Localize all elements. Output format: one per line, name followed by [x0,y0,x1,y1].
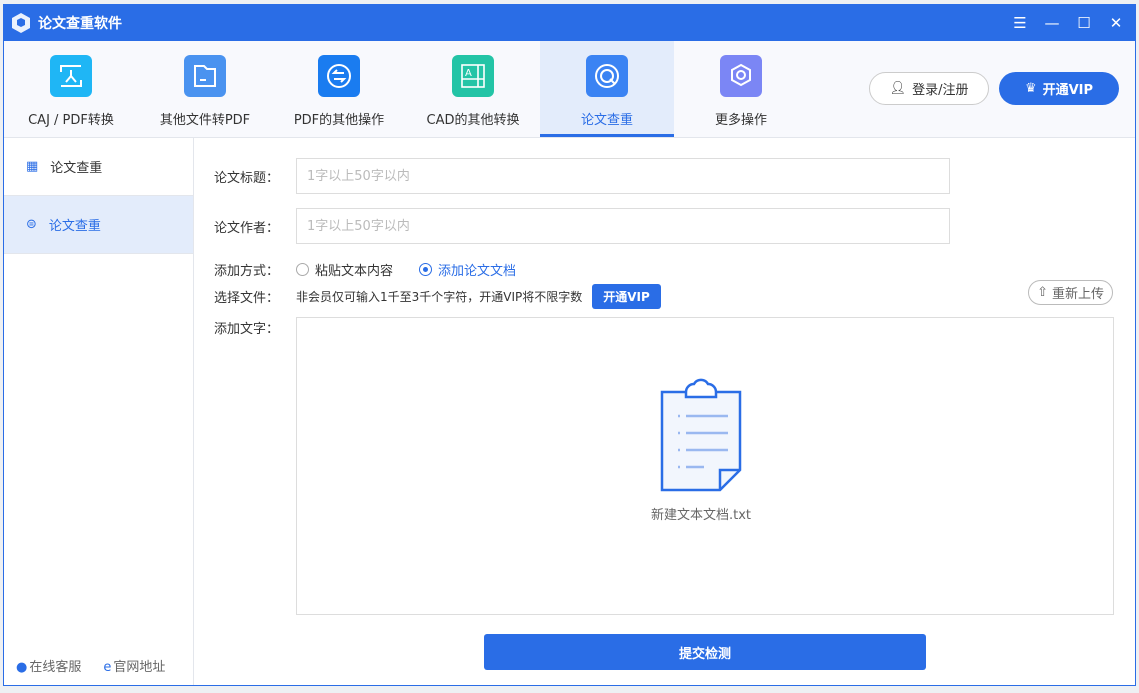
swap-arrows-icon [318,55,360,97]
crown-icon: ♛ [1024,81,1037,96]
title-label: 论文标题： [214,170,280,186]
radio-label: 粘贴文本内容 [315,264,394,279]
upload-icon: ⇧ [1037,285,1048,300]
sidebar-item-check[interactable]: ⊜ 论文查重 [4,196,193,254]
vip-label: 开通VIP [1042,83,1094,98]
app-title: 论文查重软件 [38,16,122,32]
tool-caj-pdf[interactable]: CAJ / PDF转换 [4,41,138,137]
vip-button[interactable]: ♛ 开通VIP [999,72,1119,105]
submit-button[interactable]: 提交检测 [484,634,926,670]
tool-label: 更多操作 [714,113,767,128]
open-vip-button[interactable]: 开通VIP [592,284,661,309]
tool-pdf-other[interactable]: PDF的其他操作 [272,41,406,137]
app-logo-icon [12,13,30,33]
login-button[interactable]: 👤︎ 登录/注册 [869,72,989,105]
tool-cad[interactable]: A CAD的其他转换 [406,41,540,137]
title-input[interactable] [296,158,950,194]
sidebar: ▦ 论文查重 ⊜ 论文查重 ● 在线客服 e 官网地址 [4,138,194,685]
close-button[interactable]: ✕ [1107,14,1125,32]
tool-plagiarism-check[interactable]: 论文查重 [540,41,674,137]
title-bar: 论文查重软件 ☰ — ☐ ✕ [4,5,1135,41]
sidebar-item-check-header[interactable]: ▦ 论文查重 [4,138,193,196]
reupload-label: 重新上传 [1051,287,1104,302]
website-label: 官网地址 [113,660,166,675]
online-service-link[interactable]: ● 在线客服 [16,656,81,675]
folder-file-icon [184,55,226,97]
login-label: 登录/注册 [912,83,969,98]
service-icon: ● [16,660,28,675]
search-icon: ⊜ [26,217,37,232]
user-icon: 👤︎ [889,81,907,96]
tool-label: CAJ / PDF转换 [28,113,114,128]
search-q-icon [586,55,628,97]
toolbar: CAJ / PDF转换 其他文件转PDF PDF的其他操作 A CAD的其他转换 … [4,41,1135,138]
radio-circle [296,263,309,276]
radio-add-document[interactable]: 添加论文文档 [419,260,516,279]
document-drop-area[interactable]: 新建文本文档.txt [296,317,1114,615]
author-label: 论文作者： [214,220,280,236]
grid-search-icon: ▦ [26,159,39,174]
gear-icon [720,55,762,97]
text-label: 添加文字： [214,322,280,337]
cad-icon: A [452,55,494,97]
file-name: 新建文本文档.txt [651,508,752,523]
tool-more[interactable]: 更多操作 [674,41,808,137]
main-panel: 论文标题： 论文作者： 添加方式： 粘贴文本内容 添加论文文档 选择文件： 非会员… [194,138,1135,685]
browser-icon: e [103,660,112,675]
app-window: 论文查重软件 ☰ — ☐ ✕ CAJ / PDF转换 其他文件转PDF PDF的… [3,4,1136,686]
maximize-button[interactable]: ☐ [1075,14,1093,32]
tool-label: 论文查重 [580,113,633,128]
tool-label: CAD的其他转换 [426,113,520,128]
tool-other-to-pdf[interactable]: 其他文件转PDF [138,41,272,137]
radio-circle [419,263,433,276]
limit-hint: 非会员仅可输入1千至3千个字符，开通VIP将不限字数 [296,290,583,304]
tool-label: 其他文件转PDF [159,113,251,128]
tool-label: PDF的其他操作 [293,113,385,128]
author-input[interactable] [296,208,950,244]
minimize-button[interactable]: — [1043,14,1061,32]
caj-pdf-icon [50,55,92,97]
sidebar-item-label: 论文查重 [50,161,103,176]
menu-icon[interactable]: ☰ [1011,14,1029,32]
radio-paste-text[interactable]: 粘贴文本内容 [296,260,393,279]
svg-text:A: A [465,68,472,79]
website-link[interactable]: e 官网地址 [103,656,165,675]
reupload-button[interactable]: ⇧ 重新上传 [1028,280,1113,305]
method-label: 添加方式： [214,264,280,279]
radio-label: 添加论文文档 [438,264,517,279]
sidebar-item-label: 论文查重 [48,219,101,234]
clipboard-document-icon [660,378,742,492]
service-label: 在线客服 [29,660,82,675]
file-label: 选择文件： [214,291,280,306]
